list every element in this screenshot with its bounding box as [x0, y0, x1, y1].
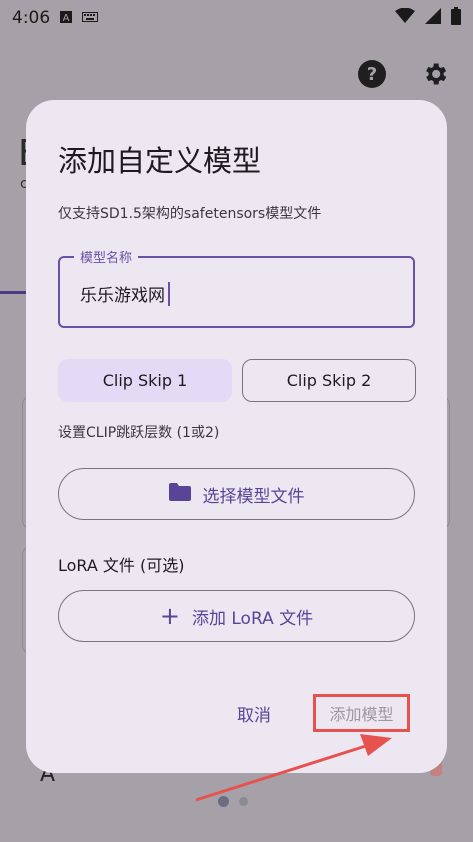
a-box-icon: A	[60, 10, 73, 26]
select-model-file-button[interactable]: 选择模型文件	[58, 468, 415, 520]
battery-icon	[451, 7, 461, 29]
svg-text:A: A	[63, 13, 70, 23]
wifi-icon	[395, 7, 415, 28]
model-name-value: 乐乐游戏网	[80, 286, 165, 306]
signal-icon	[425, 8, 441, 28]
status-bar: 4:06 A	[0, 0, 473, 36]
page-indicator	[218, 796, 248, 807]
clip-skip-2-button[interactable]: Clip Skip 2	[242, 359, 416, 402]
status-time: 4:06	[12, 8, 51, 28]
page-dot-active	[218, 796, 229, 807]
dialog-description: 仅支持SD1.5架构的safetensors模型文件	[58, 206, 322, 222]
clip-skip-hint: 设置CLIP跳跃层数 (1或2)	[58, 425, 220, 441]
clip-skip-1-button[interactable]: Clip Skip 1	[58, 359, 232, 402]
add-model-button[interactable]: 添加模型	[313, 694, 410, 732]
select-model-file-label: 选择模型文件	[202, 486, 305, 507]
model-name-label: 模型名称	[74, 247, 139, 266]
plus-icon: +	[159, 602, 180, 630]
model-name-field[interactable]: 模型名称 乐乐游戏网	[58, 247, 415, 328]
add-custom-model-dialog: 添加自定义模型 仅支持SD1.5架构的safetensors模型文件 模型名称 …	[26, 100, 447, 773]
cancel-button[interactable]: 取消	[237, 701, 271, 726]
page-dot	[239, 797, 248, 806]
status-icons-right	[395, 7, 461, 29]
add-lora-file-label: 添加 LoRA 文件	[191, 608, 314, 629]
text-cursor	[168, 281, 170, 306]
help-icon: ?	[358, 60, 386, 88]
dialog-title: 添加自定义模型	[58, 144, 262, 178]
folder-icon	[168, 482, 191, 506]
keyboard-icon	[82, 11, 99, 25]
gear-icon	[421, 60, 449, 88]
model-name-input[interactable]: 乐乐游戏网	[80, 281, 170, 306]
lora-section-label: LoRA 文件 (可选)	[58, 556, 185, 575]
add-model-label: 添加模型	[329, 705, 394, 724]
add-lora-file-button[interactable]: + 添加 LoRA 文件	[58, 590, 415, 642]
